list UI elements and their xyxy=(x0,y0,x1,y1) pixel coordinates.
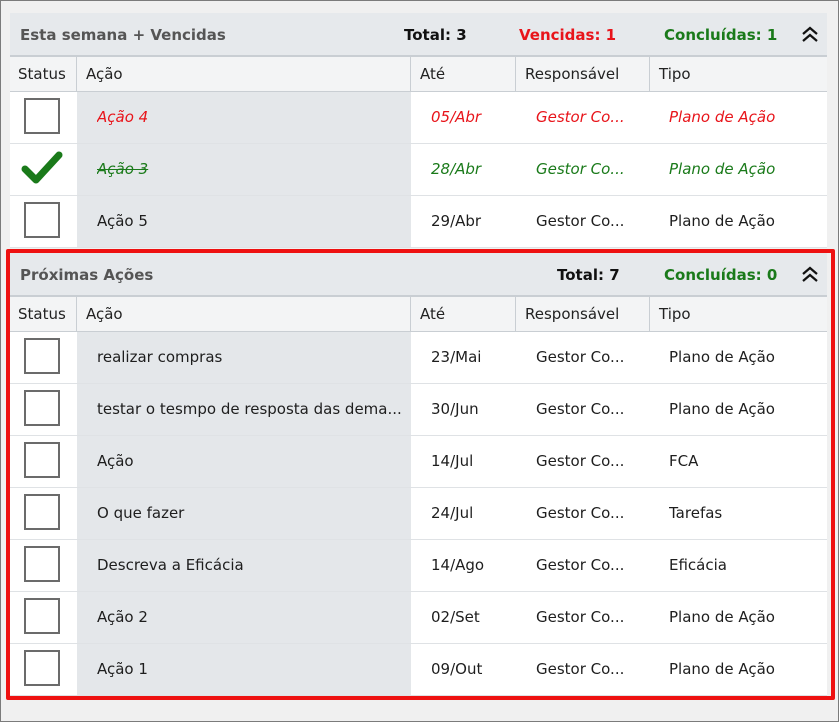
group-title: Próximas Ações xyxy=(20,266,154,284)
ate-text: 23/Mai xyxy=(431,348,482,366)
column-acao[interactable]: Ação xyxy=(76,57,411,91)
tipo-text: FCA xyxy=(669,452,699,470)
ate-text: 14/Ago xyxy=(431,556,485,574)
status-checkbox[interactable] xyxy=(24,546,60,582)
table-row[interactable]: testar o tesmpo de resposta das dema... … xyxy=(10,384,827,436)
table-row[interactable]: realizar compras 23/Mai Gestor Co... Pla… xyxy=(10,332,827,384)
group-this-week-overdue: Esta semana + Vencidas Total: 3 Vencidas… xyxy=(10,13,827,248)
table-row[interactable]: Ação 14/Jul Gestor Co... FCA xyxy=(10,436,827,488)
status-checkbox[interactable] xyxy=(24,390,60,426)
column-ate[interactable]: Até xyxy=(410,297,516,331)
collapse-chevrons-icon[interactable] xyxy=(799,264,821,286)
acao-text: Ação 1 xyxy=(97,660,148,678)
table-row[interactable]: Ação 4 05/Abr Gestor Co... Plano de Ação xyxy=(10,92,827,144)
status-checkbox[interactable] xyxy=(24,650,60,686)
completed-count: Concluídas: 0 xyxy=(664,266,778,284)
ate-text: 09/Out xyxy=(431,660,483,678)
acao-text: testar o tesmpo de resposta das dema... xyxy=(97,400,402,418)
group-title: Esta semana + Vencidas xyxy=(20,26,226,44)
table-row[interactable]: Ação 3 28/Abr Gestor Co... Plano de Ação xyxy=(10,144,827,196)
column-header-row: Status Ação Até Responsável Tipo xyxy=(10,57,827,92)
column-status[interactable]: Status xyxy=(10,57,77,91)
responsavel-text: Gestor Co... xyxy=(536,160,625,178)
total-count: Total: 3 xyxy=(404,26,467,44)
tipo-text: Plano de Ação xyxy=(669,160,776,178)
collapse-chevrons-icon[interactable] xyxy=(799,24,821,46)
responsavel-text: Gestor Co... xyxy=(536,108,625,126)
completed-count: Concluídas: 1 xyxy=(664,26,778,44)
group-header[interactable]: Próximas Ações Total: 7 Concluídas: 0 xyxy=(10,253,827,297)
status-checkbox[interactable] xyxy=(24,98,60,134)
table-row[interactable]: O que fazer 24/Jul Gestor Co... Tarefas xyxy=(10,488,827,540)
acao-text: Ação 4 xyxy=(97,108,149,126)
column-tipo[interactable]: Tipo xyxy=(649,297,827,331)
actions-panel: Esta semana + Vencidas Total: 3 Vencidas… xyxy=(0,0,839,722)
checkmark-icon[interactable] xyxy=(21,150,63,186)
column-status[interactable]: Status xyxy=(10,297,77,331)
status-checkbox[interactable] xyxy=(24,338,60,374)
responsavel-text: Gestor Co... xyxy=(536,400,625,418)
acao-text: realizar compras xyxy=(97,348,223,366)
column-tipo[interactable]: Tipo xyxy=(649,57,827,91)
table-row[interactable]: Ação 2 02/Set Gestor Co... Plano de Ação xyxy=(10,592,827,644)
column-header-row: Status Ação Até Responsável Tipo xyxy=(10,297,827,332)
tipo-text: Plano de Ação xyxy=(669,108,776,126)
group-next-actions: Próximas Ações Total: 7 Concluídas: 0 St… xyxy=(10,253,827,696)
status-checkbox[interactable] xyxy=(24,202,60,238)
ate-text: 24/Jul xyxy=(431,504,474,522)
overdue-count: Vencidas: 1 xyxy=(519,26,617,44)
group-header[interactable]: Esta semana + Vencidas Total: 3 Vencidas… xyxy=(10,13,827,57)
ate-text: 28/Abr xyxy=(431,160,482,178)
status-checkbox[interactable] xyxy=(24,442,60,478)
column-ate[interactable]: Até xyxy=(410,57,516,91)
tipo-text: Tarefas xyxy=(669,504,723,522)
acao-text: Ação xyxy=(97,452,134,470)
responsavel-text: Gestor Co... xyxy=(536,660,625,678)
tipo-text: Plano de Ação xyxy=(669,212,775,230)
table-row[interactable]: Ação 5 29/Abr Gestor Co... Plano de Ação xyxy=(10,196,827,248)
tipo-text: Plano de Ação xyxy=(669,660,775,678)
column-responsavel[interactable]: Responsável xyxy=(515,297,650,331)
acao-text: O que fazer xyxy=(97,504,185,522)
responsavel-text: Gestor Co... xyxy=(536,212,625,230)
responsavel-text: Gestor Co... xyxy=(536,504,625,522)
column-responsavel[interactable]: Responsável xyxy=(515,57,650,91)
acao-text: Descreva a Eficácia xyxy=(97,556,244,574)
table-row[interactable]: Ação 1 09/Out Gestor Co... Plano de Ação xyxy=(10,644,827,696)
ate-text: 14/Jul xyxy=(431,452,474,470)
responsavel-text: Gestor Co... xyxy=(536,348,625,366)
tipo-text: Plano de Ação xyxy=(669,400,775,418)
responsavel-text: Gestor Co... xyxy=(536,556,625,574)
ate-text: 30/Jun xyxy=(431,400,479,418)
acao-text: Ação 2 xyxy=(97,608,148,626)
total-count: Total: 7 xyxy=(557,266,620,284)
tipo-text: Eficácia xyxy=(669,556,727,574)
responsavel-text: Gestor Co... xyxy=(536,452,625,470)
status-checkbox[interactable] xyxy=(24,494,60,530)
acao-text: Ação 3 xyxy=(97,160,149,178)
column-acao[interactable]: Ação xyxy=(76,297,411,331)
responsavel-text: Gestor Co... xyxy=(536,608,625,626)
ate-text: 29/Abr xyxy=(431,212,482,230)
tipo-text: Plano de Ação xyxy=(669,608,775,626)
ate-text: 02/Set xyxy=(431,608,480,626)
acao-text: Ação 5 xyxy=(97,212,148,230)
tipo-text: Plano de Ação xyxy=(669,348,775,366)
ate-text: 05/Abr xyxy=(431,108,482,126)
status-checkbox[interactable] xyxy=(24,598,60,634)
table-row[interactable]: Descreva a Eficácia 14/Ago Gestor Co... … xyxy=(10,540,827,592)
